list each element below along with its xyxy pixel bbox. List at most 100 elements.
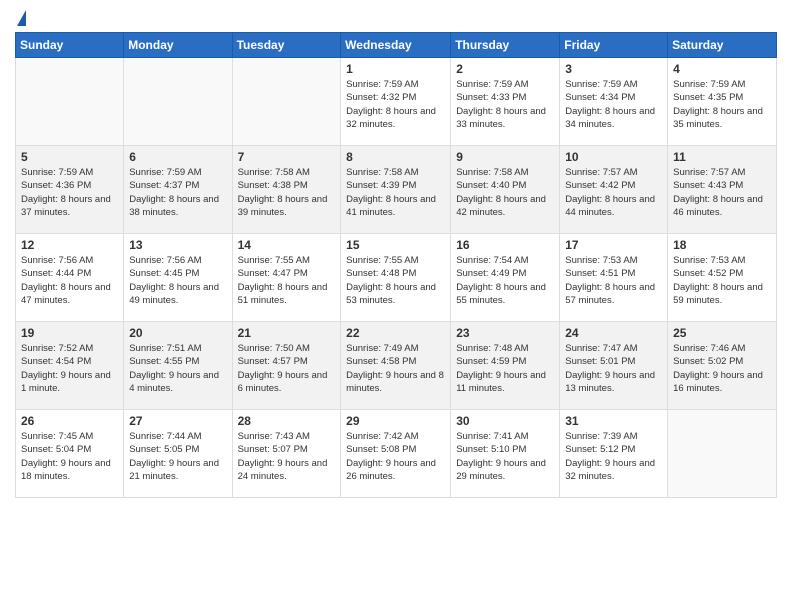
col-header-monday: Monday	[124, 33, 232, 58]
day-info: Sunrise: 7:47 AM Sunset: 5:01 PM Dayligh…	[565, 342, 662, 395]
calendar-week-row: 19 Sunrise: 7:52 AM Sunset: 4:54 PM Dayli…	[16, 322, 777, 410]
col-header-wednesday: Wednesday	[341, 33, 451, 58]
day-info: Sunrise: 7:43 AM Sunset: 5:07 PM Dayligh…	[238, 430, 336, 483]
col-header-saturday: Saturday	[668, 33, 777, 58]
calendar-cell: 22 Sunrise: 7:49 AM Sunset: 4:58 PM Dayli…	[341, 322, 451, 410]
col-header-tuesday: Tuesday	[232, 33, 341, 58]
calendar-cell	[124, 58, 232, 146]
calendar-cell: 16 Sunrise: 7:54 AM Sunset: 4:49 PM Dayli…	[451, 234, 560, 322]
day-number: 29	[346, 414, 445, 428]
calendar-cell: 6 Sunrise: 7:59 AM Sunset: 4:37 PM Daylig…	[124, 146, 232, 234]
calendar-cell: 1Sunrise: 7:59 AM Sunset: 4:32 PM Daylig…	[341, 58, 451, 146]
calendar-cell: 17 Sunrise: 7:53 AM Sunset: 4:51 PM Dayli…	[560, 234, 668, 322]
day-info: Sunrise: 7:48 AM Sunset: 4:59 PM Dayligh…	[456, 342, 554, 395]
day-info: Sunrise: 7:59 AM Sunset: 4:33 PM Dayligh…	[456, 78, 554, 131]
calendar-cell: 23Sunrise: 7:48 AM Sunset: 4:59 PM Dayli…	[451, 322, 560, 410]
day-number: 24	[565, 326, 662, 340]
day-info: Sunrise: 7:46 AM Sunset: 5:02 PM Dayligh…	[673, 342, 771, 395]
day-info: Sunrise: 7:58 AM Sunset: 4:40 PM Dayligh…	[456, 166, 554, 219]
day-number: 9	[456, 150, 554, 164]
day-info: Sunrise: 7:56 AM Sunset: 4:45 PM Dayligh…	[129, 254, 226, 307]
day-number: 15	[346, 238, 445, 252]
day-number: 20	[129, 326, 226, 340]
day-number: 30	[456, 414, 554, 428]
col-header-sunday: Sunday	[16, 33, 124, 58]
day-info: Sunrise: 7:59 AM Sunset: 4:36 PM Dayligh…	[21, 166, 118, 219]
day-number: 19	[21, 326, 118, 340]
day-info: Sunrise: 7:55 AM Sunset: 4:48 PM Dayligh…	[346, 254, 445, 307]
day-number: 5	[21, 150, 118, 164]
day-number: 14	[238, 238, 336, 252]
day-number: 12	[21, 238, 118, 252]
day-info: Sunrise: 7:53 AM Sunset: 4:51 PM Dayligh…	[565, 254, 662, 307]
day-info: Sunrise: 7:44 AM Sunset: 5:05 PM Dayligh…	[129, 430, 226, 483]
day-number: 18	[673, 238, 771, 252]
day-number: 21	[238, 326, 336, 340]
day-info: Sunrise: 7:54 AM Sunset: 4:49 PM Dayligh…	[456, 254, 554, 307]
day-info: Sunrise: 7:58 AM Sunset: 4:39 PM Dayligh…	[346, 166, 445, 219]
col-header-friday: Friday	[560, 33, 668, 58]
calendar-cell: 19 Sunrise: 7:52 AM Sunset: 4:54 PM Dayli…	[16, 322, 124, 410]
calendar-cell: 30 Sunrise: 7:41 AM Sunset: 5:10 PM Dayli…	[451, 410, 560, 498]
day-number: 8	[346, 150, 445, 164]
day-info: Sunrise: 7:50 AM Sunset: 4:57 PM Dayligh…	[238, 342, 336, 395]
calendar-table: SundayMondayTuesdayWednesdayThursdayFrid…	[15, 32, 777, 498]
day-info: Sunrise: 7:55 AM Sunset: 4:47 PM Dayligh…	[238, 254, 336, 307]
day-info: Sunrise: 7:49 AM Sunset: 4:58 PM Dayligh…	[346, 342, 445, 395]
day-info: Sunrise: 7:57 AM Sunset: 4:42 PM Dayligh…	[565, 166, 662, 219]
calendar-cell	[16, 58, 124, 146]
day-info: Sunrise: 7:41 AM Sunset: 5:10 PM Dayligh…	[456, 430, 554, 483]
day-info: Sunrise: 7:39 AM Sunset: 5:12 PM Dayligh…	[565, 430, 662, 483]
calendar-cell: 21 Sunrise: 7:50 AM Sunset: 4:57 PM Dayli…	[232, 322, 341, 410]
day-info: Sunrise: 7:52 AM Sunset: 4:54 PM Dayligh…	[21, 342, 118, 395]
calendar-cell: 26 Sunrise: 7:45 AM Sunset: 5:04 PM Dayli…	[16, 410, 124, 498]
day-info: Sunrise: 7:59 AM Sunset: 4:35 PM Dayligh…	[673, 78, 771, 131]
calendar-cell: 20 Sunrise: 7:51 AM Sunset: 4:55 PM Dayli…	[124, 322, 232, 410]
calendar-cell: 15 Sunrise: 7:55 AM Sunset: 4:48 PM Dayli…	[341, 234, 451, 322]
day-number: 22	[346, 326, 445, 340]
calendar-week-row: 26 Sunrise: 7:45 AM Sunset: 5:04 PM Dayli…	[16, 410, 777, 498]
day-number: 11	[673, 150, 771, 164]
calendar-cell: 3 Sunrise: 7:59 AM Sunset: 4:34 PM Daylig…	[560, 58, 668, 146]
calendar-cell: 25 Sunrise: 7:46 AM Sunset: 5:02 PM Dayli…	[668, 322, 777, 410]
day-number: 13	[129, 238, 226, 252]
calendar-cell: 9 Sunrise: 7:58 AM Sunset: 4:40 PM Daylig…	[451, 146, 560, 234]
day-info: Sunrise: 7:45 AM Sunset: 5:04 PM Dayligh…	[21, 430, 118, 483]
calendar-cell: 14 Sunrise: 7:55 AM Sunset: 4:47 PM Dayli…	[232, 234, 341, 322]
calendar-cell: 12 Sunrise: 7:56 AM Sunset: 4:44 PM Dayli…	[16, 234, 124, 322]
day-number: 2	[456, 62, 554, 76]
day-info: Sunrise: 7:51 AM Sunset: 4:55 PM Dayligh…	[129, 342, 226, 395]
day-number: 16	[456, 238, 554, 252]
calendar-cell: 5 Sunrise: 7:59 AM Sunset: 4:36 PM Daylig…	[16, 146, 124, 234]
day-info: Sunrise: 7:59 AM Sunset: 4:37 PM Dayligh…	[129, 166, 226, 219]
day-number: 26	[21, 414, 118, 428]
day-number: 1	[346, 62, 445, 76]
day-number: 6	[129, 150, 226, 164]
col-header-thursday: Thursday	[451, 33, 560, 58]
day-number: 4	[673, 62, 771, 76]
day-info: Sunrise: 7:42 AM Sunset: 5:08 PM Dayligh…	[346, 430, 445, 483]
day-number: 17	[565, 238, 662, 252]
calendar-cell: 7Sunrise: 7:58 AM Sunset: 4:38 PM Daylig…	[232, 146, 341, 234]
calendar-cell: 29 Sunrise: 7:42 AM Sunset: 5:08 PM Dayli…	[341, 410, 451, 498]
day-number: 10	[565, 150, 662, 164]
logo	[15, 10, 26, 24]
day-info: Sunrise: 7:58 AM Sunset: 4:38 PM Dayligh…	[238, 166, 336, 219]
day-number: 27	[129, 414, 226, 428]
calendar-cell: 13 Sunrise: 7:56 AM Sunset: 4:45 PM Dayli…	[124, 234, 232, 322]
page: SundayMondayTuesdayWednesdayThursdayFrid…	[0, 0, 792, 612]
calendar-cell: 10 Sunrise: 7:57 AM Sunset: 4:42 PM Dayli…	[560, 146, 668, 234]
day-info: Sunrise: 7:56 AM Sunset: 4:44 PM Dayligh…	[21, 254, 118, 307]
day-info: Sunrise: 7:57 AM Sunset: 4:43 PM Dayligh…	[673, 166, 771, 219]
logo-triangle-icon	[17, 10, 26, 26]
calendar-cell: 28Sunrise: 7:43 AM Sunset: 5:07 PM Dayli…	[232, 410, 341, 498]
calendar-cell: 27 Sunrise: 7:44 AM Sunset: 5:05 PM Dayli…	[124, 410, 232, 498]
day-info: Sunrise: 7:53 AM Sunset: 4:52 PM Dayligh…	[673, 254, 771, 307]
day-number: 3	[565, 62, 662, 76]
day-number: 25	[673, 326, 771, 340]
calendar-cell: 31Sunrise: 7:39 AM Sunset: 5:12 PM Dayli…	[560, 410, 668, 498]
calendar-week-row: 1Sunrise: 7:59 AM Sunset: 4:32 PM Daylig…	[16, 58, 777, 146]
header	[15, 10, 777, 24]
calendar-cell: 18 Sunrise: 7:53 AM Sunset: 4:52 PM Dayli…	[668, 234, 777, 322]
day-info: Sunrise: 7:59 AM Sunset: 4:34 PM Dayligh…	[565, 78, 662, 131]
